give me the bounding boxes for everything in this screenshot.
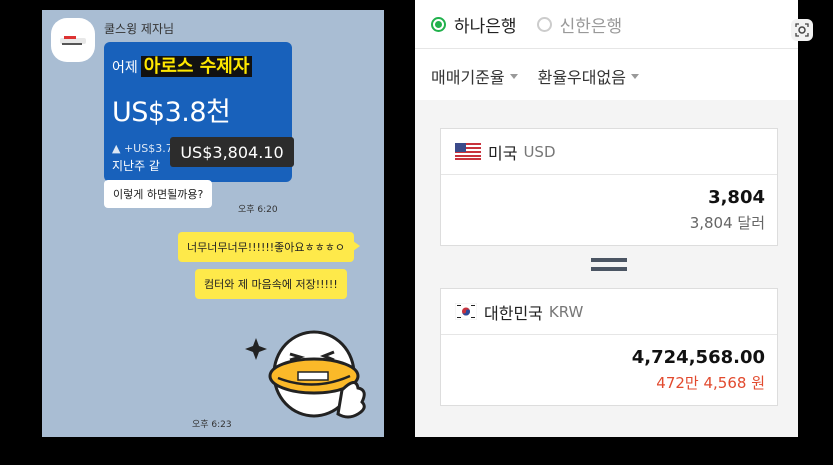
- equals-icon: [591, 258, 627, 274]
- kr-flag-icon: [455, 303, 477, 320]
- from-country: 미국: [488, 143, 518, 163]
- avatar[interactable]: [51, 18, 95, 62]
- bank-radio-shinhan[interactable]: 신한은행: [536, 12, 623, 37]
- lens-icon[interactable]: [791, 19, 813, 41]
- sent-message[interactable]: 컴터와 제 마음속에 저장!!!!!: [195, 269, 347, 299]
- from-amount-input[interactable]: 3,804: [441, 187, 777, 208]
- image-period-line: 지난주 같: [112, 159, 160, 173]
- from-amount-words: 3,804 달러: [689, 214, 765, 232]
- radio-selected-icon: [431, 16, 446, 32]
- to-amount-words: 472만 4,568 원: [656, 374, 765, 392]
- caret-down-icon: [509, 73, 518, 79]
- amount-tooltip: US$3,804.10: [170, 137, 294, 167]
- message-time: 오후 6:20: [238, 205, 278, 215]
- to-country: 대한민국: [484, 303, 543, 323]
- message-time: 오후 6:23: [192, 420, 232, 430]
- us-flag-icon: [455, 143, 481, 160]
- bank-label: 신한은행: [559, 16, 623, 37]
- caret-down-icon: [630, 73, 639, 79]
- avatar-image-icon: [60, 36, 86, 45]
- sent-message[interactable]: 너무너무너무!!!!!!좋아요ㅎㅎㅎㅇ: [178, 232, 361, 262]
- rate-type-dropdown[interactable]: 매매기준율: [431, 64, 518, 88]
- received-message[interactable]: 이렇게 하면될까용?: [104, 180, 213, 208]
- to-code: KRW: [548, 302, 584, 321]
- radio-unselected-icon: [536, 16, 552, 32]
- discount-dropdown[interactable]: 환율우대없음: [538, 64, 639, 88]
- image-big-amount: US$3.8천: [112, 97, 231, 128]
- to-currency-box[interactable]: 대한민국 KRW 4,724,568.00 472만 4,568 원: [440, 288, 778, 406]
- from-currency-box[interactable]: 미국 USD 3,804 3,804 달러: [440, 128, 778, 246]
- from-currency-selector[interactable]: 미국 USD: [441, 129, 777, 175]
- image-headline-highlight: 아로스 수제자: [140, 56, 253, 77]
- bank-selector: 하나은행 신한은행: [415, 0, 798, 48]
- currency-converter: 하나은행 신한은행 매매기준율 환율우대없음 미국 USD 3,804 3,80…: [415, 0, 798, 437]
- duck-sticker-icon[interactable]: [242, 310, 367, 422]
- image-headline: 어제 아로스 수제자: [112, 52, 253, 78]
- to-currency-selector[interactable]: 대한민국 KRW: [441, 289, 777, 335]
- lens-glyph: [795, 23, 809, 37]
- image-headline-prefix: 어제: [112, 60, 138, 76]
- to-amount-value: 4,724,568.00: [631, 347, 765, 368]
- from-code: USD: [523, 142, 556, 161]
- divider: [415, 48, 798, 49]
- bank-label: 하나은행: [454, 16, 517, 37]
- discount-label: 환율우대없음: [537, 68, 626, 87]
- rate-type-label: 매매기준율: [431, 68, 505, 87]
- sender-name: 쿨스윙 제자님: [104, 22, 175, 36]
- chat-screenshot: 쿨스윙 제자님 어제아로스 수제자 US$3.8천 ▲ +US$3.74천 (+…: [42, 10, 384, 437]
- rate-options: 매매기준율 환율우대없음: [415, 52, 798, 100]
- bank-radio-hana[interactable]: 하나은행: [431, 12, 517, 37]
